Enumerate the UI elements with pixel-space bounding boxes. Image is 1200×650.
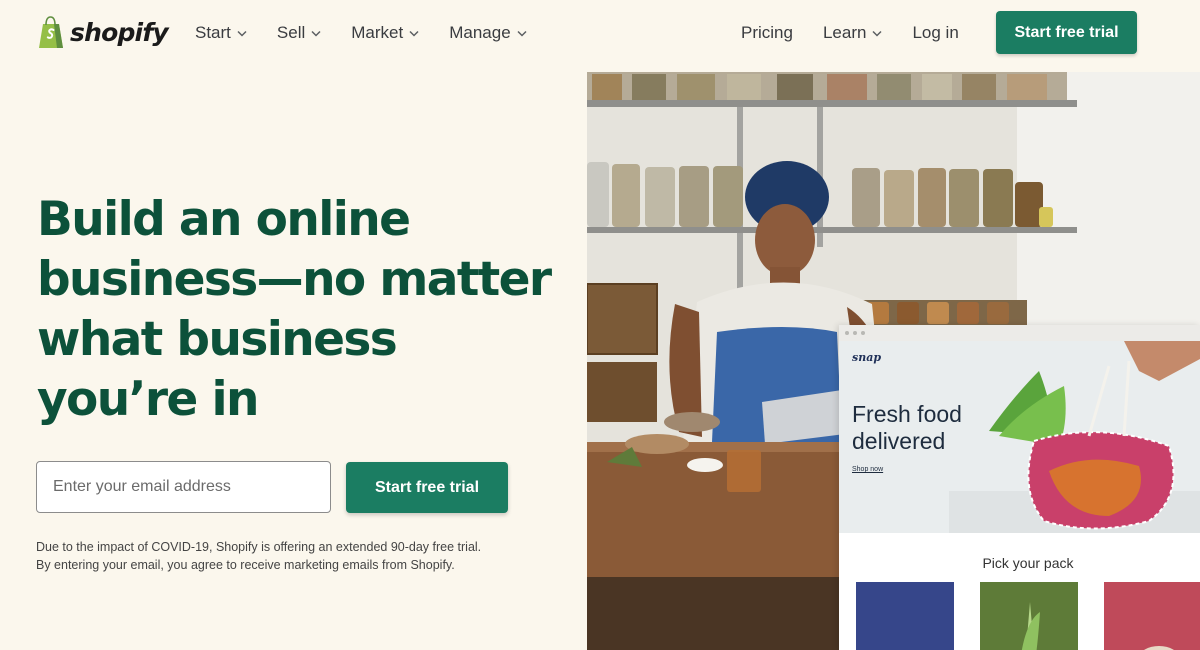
nav-learn[interactable]: Learn bbox=[823, 23, 882, 43]
secondary-nav: Pricing Learn Log in bbox=[741, 20, 959, 46]
storefront-preview: snap Fresh food delivered Shop now Pick … bbox=[839, 325, 1200, 650]
window-dot bbox=[853, 331, 857, 335]
window-dot bbox=[845, 331, 849, 335]
pick-your-pack-heading: Pick your pack bbox=[982, 555, 1074, 571]
chevron-down-icon bbox=[237, 30, 247, 37]
storefront-headline: Fresh food delivered bbox=[852, 401, 962, 454]
nav-sell[interactable]: Sell bbox=[277, 23, 321, 43]
storefront-banner: snap Fresh food delivered Shop now bbox=[839, 341, 1200, 533]
nav-manage[interactable]: Manage bbox=[449, 23, 527, 43]
shopping-bag-icon bbox=[39, 16, 63, 48]
chevron-down-icon bbox=[517, 30, 527, 37]
product-tile[interactable] bbox=[1104, 582, 1200, 650]
chevron-down-icon bbox=[409, 30, 419, 37]
product-tile[interactable] bbox=[856, 582, 954, 650]
email-input[interactable] bbox=[36, 461, 331, 513]
nav-pricing-label: Pricing bbox=[741, 23, 793, 42]
nav-learn-label: Learn bbox=[822, 23, 867, 42]
shop-now-link[interactable]: Shop now bbox=[852, 466, 883, 473]
hero-title: Build an online business—no matter what … bbox=[37, 192, 552, 427]
chevron-down-icon bbox=[311, 30, 321, 37]
nav-start-label: Start bbox=[195, 23, 231, 42]
nav-market-label: Market bbox=[351, 23, 404, 42]
hero-start-free-trial-button[interactable]: Start free trial bbox=[346, 462, 508, 513]
nav-start[interactable]: Start bbox=[195, 23, 247, 43]
site-header: shopify Start Sell Market Manage Pricing… bbox=[0, 0, 1200, 66]
nav-login-label: Log in bbox=[912, 23, 959, 42]
header-start-free-trial-button[interactable]: Start free trial bbox=[996, 11, 1137, 54]
logo-wordmark: shopify bbox=[70, 17, 169, 47]
primary-nav: Start Sell Market Manage bbox=[195, 20, 527, 46]
browser-toolbar bbox=[839, 325, 1200, 341]
nav-market[interactable]: Market bbox=[351, 23, 419, 43]
product-image bbox=[980, 582, 1078, 650]
product-tile[interactable] bbox=[980, 582, 1078, 650]
covid-disclaimer: Due to the impact of COVID-19, Shopify i… bbox=[36, 540, 482, 572]
product-image bbox=[1104, 582, 1200, 650]
nav-login[interactable]: Log in bbox=[912, 23, 958, 43]
nav-manage-label: Manage bbox=[449, 23, 511, 42]
storefront-logo: snap bbox=[852, 351, 882, 364]
chevron-down-icon bbox=[872, 30, 882, 37]
window-dot bbox=[861, 331, 865, 335]
shopify-logo[interactable]: shopify bbox=[36, 14, 169, 50]
product-image bbox=[856, 582, 954, 650]
nav-pricing[interactable]: Pricing bbox=[741, 23, 793, 43]
nav-sell-label: Sell bbox=[276, 23, 306, 42]
